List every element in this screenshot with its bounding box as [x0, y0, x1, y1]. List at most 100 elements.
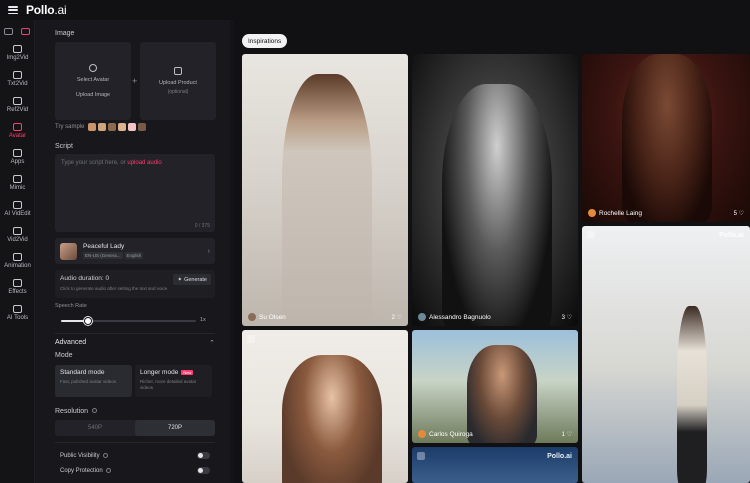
card-subject — [677, 306, 707, 483]
upload-audio-link[interactable]: upload audio — [127, 160, 161, 166]
video-mode-icon[interactable] — [21, 27, 30, 35]
sample-thumb[interactable] — [88, 123, 97, 131]
like-count[interactable]: 3 ♡ — [562, 314, 572, 321]
rail-mode-switch — [0, 22, 34, 40]
select-avatar-card[interactable]: Select Avatar Upload Image — [55, 42, 131, 120]
char-count: 0 / 375 — [194, 223, 210, 229]
advanced-toggle[interactable]: Advanced ⌃ — [55, 339, 215, 347]
voice-avatar — [60, 242, 77, 260]
upload-product-card[interactable]: Upload Product (optional) — [140, 42, 216, 120]
inspiration-card[interactable]: Alessandro Bagnuolo 3 ♡ — [412, 54, 578, 326]
mode-longer-desc: Richer, more detailed avatar videos — [140, 379, 197, 390]
rail-item-apps[interactable]: Apps — [0, 144, 35, 170]
rail-item-mimic[interactable]: Mimic — [0, 170, 35, 196]
sample-thumb[interactable] — [138, 123, 147, 131]
avatar-icon — [13, 123, 22, 131]
video-icon — [247, 335, 255, 343]
mimic-icon — [13, 175, 22, 183]
rail-item-txt2vid[interactable]: Txt2Vid — [0, 66, 35, 92]
inspirations-chip[interactable]: Inspirations — [242, 34, 288, 48]
voice-name: Peaceful Lady — [83, 243, 125, 250]
like-count[interactable]: 5 ♡ — [734, 210, 744, 217]
apps-grid-icon — [13, 149, 22, 157]
video-edit-icon — [13, 201, 22, 209]
rail-item-ai-tools[interactable]: AI Tools — [0, 300, 35, 326]
rail-item-vid2vid[interactable]: Vid2Vid — [0, 222, 35, 248]
image-icon — [13, 45, 22, 53]
generate-audio-button[interactable]: ✦ Generate — [173, 274, 211, 285]
watermark: Pollo.ai — [547, 453, 572, 460]
mode-standard-card[interactable]: Standard mode Fast, polished avatar vide… — [55, 365, 132, 397]
inspiration-card[interactable]: Su Olsen 2 ♡ — [242, 54, 408, 326]
logo[interactable]: Pollo.ai — [26, 3, 67, 17]
speech-rate-value: 1x — [200, 317, 206, 323]
top-bar: Pollo.ai — [0, 0, 750, 20]
toolbox-icon — [13, 305, 22, 313]
video-icon — [587, 231, 595, 239]
copy-protection-label: Copy Protection — [60, 467, 103, 474]
card-author: Rochelle Laing — [588, 209, 642, 217]
image-mode-icon[interactable] — [4, 27, 13, 35]
resolution-540p[interactable]: 540P — [55, 420, 135, 436]
heart-icon: ♡ — [738, 211, 744, 217]
divider — [55, 333, 215, 334]
mode-standard-title: Standard mode — [60, 369, 105, 376]
sample-thumb[interactable] — [98, 123, 107, 131]
copy-protection-row: Copy Protection — [60, 467, 210, 474]
mode-standard-desc: Fast, polished avatar videos — [60, 379, 117, 384]
shopping-bag-icon — [174, 67, 182, 75]
heart-icon: ♡ — [396, 315, 402, 321]
author-avatar — [248, 313, 256, 321]
resolution-label: Resolution — [55, 408, 98, 415]
plus-icon: + — [132, 76, 138, 86]
audio-hint: Click to generate audio after setting th… — [60, 286, 169, 291]
avatar-form-panel: Image Select Avatar Upload Image + Uploa… — [35, 20, 230, 483]
rail-item-animation[interactable]: Animation — [0, 248, 35, 274]
upload-image-label: Upload Image — [75, 92, 111, 98]
script-textarea[interactable]: Type your script here, or upload audio 0… — [55, 154, 215, 232]
like-count[interactable]: 1 ♡ — [562, 431, 572, 438]
script-placeholder: Type your script here, or upload audio — [61, 160, 162, 166]
voice-selector[interactable]: Peaceful Lady EN-US (Genera... English › — [55, 238, 215, 264]
speech-rate-slider[interactable] — [61, 317, 196, 325]
rail-item-ai-videdit[interactable]: AI VidEdit — [0, 196, 35, 222]
author-avatar — [588, 209, 596, 217]
new-badge: New — [181, 370, 194, 375]
sample-thumb[interactable] — [118, 123, 127, 131]
sample-thumb[interactable] — [108, 123, 117, 131]
sample-thumb[interactable] — [128, 123, 137, 131]
menu-icon[interactable] — [8, 6, 18, 14]
inspiration-card[interactable]: Pollo.ai — [412, 447, 578, 483]
chevron-right-icon: › — [207, 247, 210, 255]
mode-longer-title: Longer mode — [140, 369, 179, 376]
rail-item-effects[interactable]: Effects — [0, 274, 35, 300]
inspiration-card[interactable]: Pollo.ai — [582, 226, 750, 483]
effects-icon — [13, 279, 22, 287]
resolution-720p[interactable]: 720P — [135, 420, 215, 436]
voice-tag-locale: EN-US (Genera... — [83, 252, 123, 259]
inspiration-card[interactable]: Carlos Quiroga 1 ♡ — [412, 330, 578, 443]
slider-handle[interactable] — [84, 317, 92, 325]
watermark: Pollo.ai — [719, 232, 744, 239]
script-section-label: Script — [55, 143, 73, 150]
heart-icon: ♡ — [566, 315, 572, 321]
speech-rate-label: Speech Rate — [55, 303, 87, 309]
like-count[interactable]: 2 ♡ — [392, 314, 402, 321]
optional-label: (optional) — [167, 89, 189, 95]
copy-protection-switch[interactable] — [197, 467, 210, 474]
advanced-label: Advanced — [55, 339, 87, 346]
card-author: Carlos Quiroga — [418, 430, 473, 438]
video-icon — [417, 452, 425, 460]
rail-item-avatar[interactable]: Avatar — [0, 118, 35, 144]
select-avatar-label: Select Avatar — [76, 77, 110, 83]
mode-longer-card[interactable]: Longer mode New Richer, more detailed ava… — [135, 365, 212, 397]
rail-item-ref2vid[interactable]: Ref2Vid — [0, 92, 35, 118]
inspiration-card[interactable] — [242, 330, 408, 483]
rail-item-img2vid[interactable]: Img2Vid — [0, 40, 35, 66]
try-sample-label: Try sample — [55, 124, 85, 130]
heart-icon: ♡ — [566, 432, 572, 438]
mode-label: Mode — [55, 352, 73, 359]
public-visibility-switch[interactable] — [197, 452, 210, 459]
card-subject — [442, 84, 552, 326]
inspiration-card[interactable]: Rochelle Laing 5 ♡ — [582, 54, 750, 222]
